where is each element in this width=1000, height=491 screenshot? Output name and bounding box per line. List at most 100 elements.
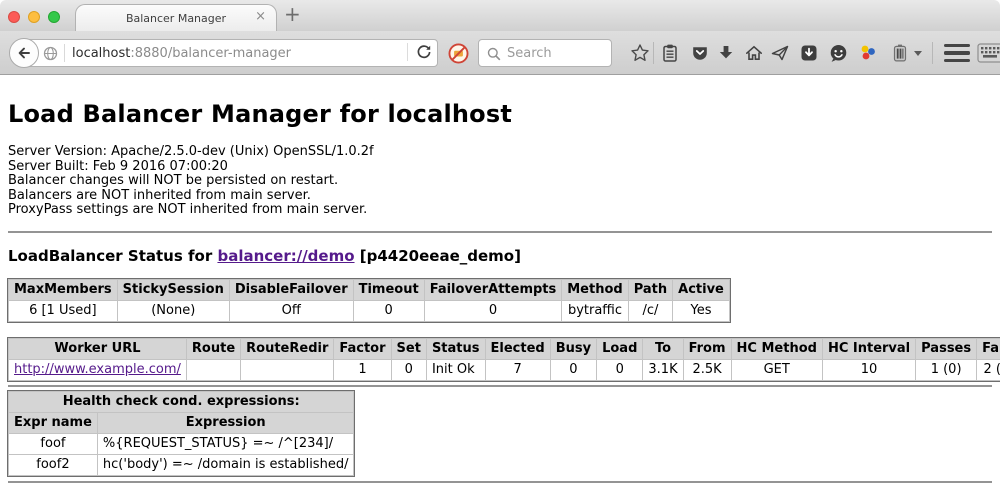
extension-download-button[interactable] [797, 41, 821, 65]
column-header: Expression [97, 412, 354, 433]
back-icon [16, 45, 32, 61]
search-input[interactable] [505, 41, 609, 65]
toolbar-divider [653, 42, 654, 64]
search-bar[interactable] [478, 39, 612, 67]
table-cell: 2.5K [683, 359, 731, 380]
column-header: From [683, 338, 731, 359]
section-divider [8, 231, 992, 233]
navigation-toolbar: localhost:8880/balancer-manager [0, 31, 1000, 75]
inherit-note-line: Balancers are NOT inherited from main se… [8, 189, 992, 204]
table-row: foof2 hc('body') =~ /domain is establish… [9, 454, 354, 475]
column-header: Worker URL [9, 338, 187, 359]
close-window-button[interactable] [8, 11, 20, 23]
table-cell: Yes [673, 300, 730, 321]
heading-suffix: [p4420eeae_demo] [355, 247, 521, 265]
page-title: Load Balancer Manager for localhost [8, 100, 992, 128]
pocket-button[interactable] [688, 41, 712, 65]
plugin-blocked-icon[interactable] [448, 43, 469, 64]
title-bar: Balancer Manager × + [0, 0, 1000, 31]
container-button[interactable] [888, 41, 912, 65]
page-content: Load Balancer Manager for localhost Serv… [0, 100, 1000, 483]
page-end-divider [8, 481, 992, 483]
column-header: Status [426, 338, 485, 359]
server-built-line: Server Built: Feb 9 2016 07:00:20 [8, 160, 992, 175]
column-header: Busy [550, 338, 596, 359]
downloadhelper-dots-icon [857, 42, 879, 64]
downloads-button[interactable] [714, 41, 738, 65]
table-row: 6 [1 Used] (None) Off 0 0 bytraffic /c/ … [9, 300, 730, 321]
server-info: Server Version: Apache/2.5.0-dev (Unix) … [8, 145, 992, 218]
proxypass-note-line: ProxyPass settings are NOT inherited fro… [8, 203, 992, 218]
send-plane-button[interactable] [768, 41, 792, 65]
globe-icon[interactable] [43, 46, 58, 61]
column-header: StickySession [117, 279, 229, 300]
column-header: Fails [977, 338, 1000, 359]
table-cell: 1 [334, 359, 391, 380]
keyboard-button[interactable] [977, 41, 1000, 65]
table-cell: (None) [117, 300, 229, 321]
toolbar-divider [932, 42, 933, 64]
browser-window: Balancer Manager × + localhost:8880/bala… [0, 0, 1000, 491]
column-header: Set [391, 338, 426, 359]
worker-url-link[interactable]: http://www.example.com/ [14, 362, 181, 377]
url-path: :8880/balancer-manager [130, 46, 291, 61]
balancer-status-heading: LoadBalancer Status for balancer://demo … [8, 247, 992, 265]
url-host: localhost [72, 46, 130, 61]
column-header: DisableFailover [229, 279, 353, 300]
downloads-icon [716, 43, 736, 63]
maximize-window-button[interactable] [48, 11, 60, 23]
table-cell: 6 [1 Used] [9, 300, 118, 321]
downloadhelper-dots-button[interactable] [856, 41, 880, 65]
column-header: Route [186, 338, 240, 359]
search-icon [487, 47, 501, 61]
expression-cell: hc('body') =~ /domain is established/ [97, 454, 354, 475]
dropdown-caret-icon[interactable] [914, 51, 922, 56]
column-header: MaxMembers [9, 279, 118, 300]
hello-smiley-button[interactable] [826, 41, 850, 65]
new-tab-button[interactable]: + [284, 2, 301, 26]
section-divider [8, 385, 992, 387]
url-text[interactable]: localhost:8880/balancer-manager [72, 46, 291, 61]
column-header: To [643, 338, 683, 359]
column-header: Passes [916, 338, 977, 359]
balancer-settings-table: MaxMembers StickySession DisableFailover… [8, 279, 730, 322]
column-header: Method [562, 279, 628, 300]
back-button[interactable] [9, 38, 39, 68]
table-cell [241, 359, 334, 380]
table-header-row: MaxMembers StickySession DisableFailover… [9, 279, 730, 300]
menu-hamburger-button[interactable] [944, 44, 970, 62]
browser-tab[interactable]: Balancer Manager × [75, 4, 277, 31]
column-header: Elected [485, 338, 550, 359]
keyboard-icon [977, 42, 1000, 64]
bookmark-star-icon [630, 43, 650, 63]
column-header: Path [628, 279, 672, 300]
column-header: HC Interval [822, 338, 915, 359]
table-title-row: Health check cond. expressions: [9, 391, 354, 412]
persist-note-line: Balancer changes will NOT be persisted o… [8, 174, 992, 189]
table-cell: bytraffic [562, 300, 628, 321]
url-bar[interactable]: localhost:8880/balancer-manager [24, 39, 438, 67]
table-header-row: Expr name Expression [9, 412, 354, 433]
balancer-demo-link[interactable]: balancer://demo [217, 247, 354, 265]
extension-download-icon [799, 43, 819, 63]
table-cell: Off [229, 300, 353, 321]
table-cell: 1 (0) [916, 359, 977, 380]
table-cell: 7 [485, 359, 550, 380]
tab-close-icon[interactable]: × [255, 10, 266, 24]
home-button[interactable] [742, 41, 766, 65]
pocket-icon [690, 43, 710, 63]
reload-icon[interactable] [416, 44, 432, 60]
reading-list-button[interactable] [658, 41, 682, 65]
table-row: foof %{REQUEST_STATUS} =~ /^[234]/ [9, 433, 354, 454]
column-header: Timeout [353, 279, 424, 300]
table-cell: GET [731, 359, 822, 380]
table-cell [186, 359, 240, 380]
column-header: RouteRedir [241, 338, 334, 359]
urlbar-divider [64, 44, 65, 62]
column-header: Active [673, 279, 730, 300]
bookmark-star-button[interactable] [628, 41, 652, 65]
table-cell: 2 (0) [977, 359, 1000, 380]
table-cell: /c/ [628, 300, 672, 321]
minimize-window-button[interactable] [28, 11, 40, 23]
home-icon [744, 43, 764, 63]
